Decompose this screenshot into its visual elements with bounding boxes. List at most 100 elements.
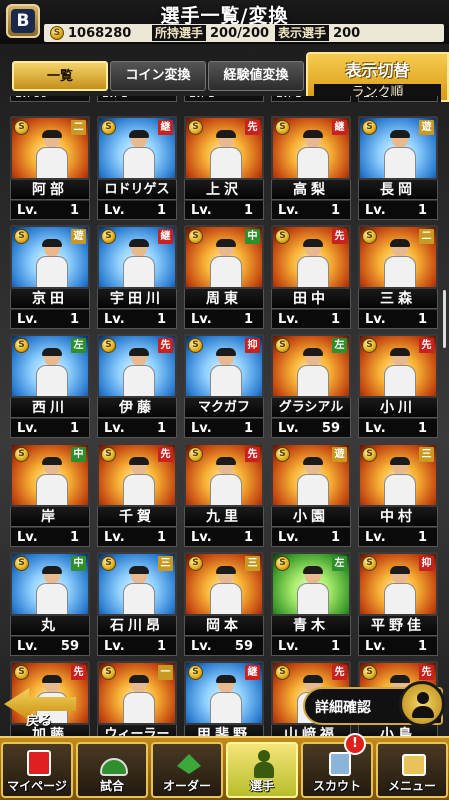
player-level: Lv. 1 bbox=[358, 309, 438, 329]
level-prefix: Lv. bbox=[278, 530, 299, 545]
partial-level-label: Lv. 59 bbox=[10, 96, 90, 102]
player-figure-icon bbox=[382, 348, 418, 396]
rank-coin-icon: S bbox=[275, 120, 290, 135]
tab-list[interactable]: 一覧 bbox=[12, 61, 108, 91]
player-portrait: S先 bbox=[97, 334, 177, 398]
player-card[interactable]: S 三岡本 Lv. 59 bbox=[184, 552, 264, 658]
scrollbar-thumb[interactable] bbox=[443, 290, 446, 348]
player-card[interactable]: S 先九里 Lv. 1 bbox=[184, 443, 264, 549]
player-name: 小園 bbox=[271, 507, 351, 527]
player-grid[interactable]: Lv. 59Lv. 1Lv. 1Lv. 1Lv. 1 S二阿部Lv.1S継ロドリ… bbox=[10, 96, 440, 736]
level-value: 1 bbox=[243, 530, 253, 545]
rank-coin-icon: S bbox=[188, 447, 203, 462]
player-card[interactable]: S 継甲斐野 bbox=[184, 661, 264, 736]
player-name: 岡本 bbox=[184, 616, 264, 636]
player-name: 甲斐野 bbox=[184, 725, 264, 736]
position-badge: 継 bbox=[245, 665, 260, 680]
player-level: Lv. 1 bbox=[184, 309, 264, 329]
player-card[interactable]: S 遊長岡 Lv. 1 bbox=[358, 116, 438, 222]
player-card[interactable]: S 二阿部 Lv. 1 bbox=[10, 116, 90, 222]
player-name: 伊藤 bbox=[97, 398, 177, 418]
rank-coin-icon: S bbox=[14, 447, 29, 462]
level-value: 1 bbox=[156, 421, 166, 436]
rank-coin-icon: S bbox=[101, 338, 116, 353]
player-card[interactable]: S 遊小園 Lv. 1 bbox=[271, 443, 351, 549]
partial-level-label: Lv. 1 bbox=[97, 96, 177, 102]
player-card[interactable]: S 抑平野佳 Lv. 1 bbox=[358, 552, 438, 658]
stadium-icon: stadium-icon bbox=[100, 750, 128, 778]
player-card[interactable]: S 中岸 Lv. 1 bbox=[10, 443, 90, 549]
player-name: マクガフ bbox=[184, 398, 264, 418]
position-badge: 三 bbox=[245, 556, 260, 571]
nav-item-order-field[interactable]: order-field-iconオーダー bbox=[151, 742, 223, 798]
nav-item-menu[interactable]: menu-iconメニュー bbox=[376, 742, 448, 798]
player-figure-icon bbox=[382, 457, 418, 505]
bottom-nav: mypage-iconマイページstadium-icon試合order-fiel… bbox=[0, 736, 449, 800]
position-badge: 先 bbox=[158, 338, 173, 353]
player-card[interactable]: S 三中村 Lv. 1 bbox=[358, 443, 438, 549]
player-level: Lv. 1 bbox=[10, 200, 90, 220]
nav-item-stadium[interactable]: stadium-icon試合 bbox=[76, 742, 148, 798]
player-card[interactable]: S 先田中 Lv. 1 bbox=[271, 225, 351, 331]
player-name: 阿部 bbox=[10, 180, 90, 200]
player-figure-icon bbox=[208, 239, 244, 287]
player-card[interactable]: S 遊京田 Lv. 1 bbox=[10, 225, 90, 331]
player-card[interactable]: S 抑マクガフ Lv. 1 bbox=[184, 334, 264, 440]
player-card[interactable]: S 中周東 Lv. 1 bbox=[184, 225, 264, 331]
player-level: Lv. 1 bbox=[358, 418, 438, 438]
level-value: 1 bbox=[69, 421, 79, 436]
player-card[interactable]: S 先伊藤 Lv. 1 bbox=[97, 334, 177, 440]
player-figure-icon bbox=[208, 130, 244, 178]
level-value: 59 bbox=[60, 639, 79, 654]
back-button[interactable]: 戻る bbox=[0, 684, 80, 734]
tab-exp-convert[interactable]: 経験値変換 bbox=[208, 61, 304, 91]
player-card[interactable]: S 三石川昂 Lv. 1 bbox=[97, 552, 177, 658]
player-portrait: S三 bbox=[358, 443, 438, 507]
level-value: 1 bbox=[243, 421, 253, 436]
player-name: 小川 bbox=[358, 398, 438, 418]
player-name: 上沢 bbox=[184, 180, 264, 200]
player-card[interactable]: S 先千賀 Lv. 1 bbox=[97, 443, 177, 549]
player-card[interactable]: S 中丸 Lv. 59 bbox=[10, 552, 90, 658]
player-card[interactable]: S 継宇田川 Lv. 1 bbox=[97, 225, 177, 331]
player-figure-icon bbox=[121, 239, 157, 287]
rank-coin-icon: S bbox=[101, 665, 116, 680]
player-card[interactable]: S 継高梨 Lv. 1 bbox=[271, 116, 351, 222]
mypage-icon: mypage-icon bbox=[25, 750, 53, 778]
player-card[interactable]: S 先小川 Lv. 1 bbox=[358, 334, 438, 440]
rank-coin-icon: S bbox=[101, 120, 116, 135]
player-name: 中村 bbox=[358, 507, 438, 527]
player-portrait: S左 bbox=[271, 552, 351, 616]
player-name: 平野佳 bbox=[358, 616, 438, 636]
position-badge: 三 bbox=[158, 556, 173, 571]
position-badge: 二 bbox=[419, 229, 434, 244]
nav-item-player[interactable]: player-icon選手 bbox=[226, 742, 298, 798]
player-name: 青木 bbox=[271, 616, 351, 636]
detail-check-button[interactable]: 詳細確認 bbox=[303, 681, 445, 727]
player-card[interactable]: S 一ウィーラー bbox=[97, 661, 177, 736]
display-switch-button[interactable]: 表示切替 ランク順 bbox=[306, 52, 449, 102]
partial-level-label: Lv. 1 bbox=[184, 96, 264, 102]
nav-item-mypage[interactable]: mypage-iconマイページ bbox=[1, 742, 73, 798]
position-badge: 遊 bbox=[332, 447, 347, 462]
rank-coin-icon: S bbox=[188, 556, 203, 571]
player-portrait: S先 bbox=[271, 225, 351, 289]
player-card[interactable]: S 左グラシアル Lv. 59 bbox=[271, 334, 351, 440]
player-card[interactable]: S 二三森 Lv. 1 bbox=[358, 225, 438, 331]
player-level: Lv. 59 bbox=[271, 418, 351, 438]
tab-coin-convert[interactable]: コイン変換 bbox=[110, 61, 206, 91]
player-card[interactable]: S 先上沢 Lv. 1 bbox=[184, 116, 264, 222]
tab-bar: 一覧 コイン変換 経験値変換 表示切替 ランク順 bbox=[0, 52, 449, 102]
player-portrait: S継 bbox=[184, 661, 264, 725]
player-name: 田中 bbox=[271, 289, 351, 309]
partial-level-label: Lv. 1 bbox=[358, 96, 438, 102]
player-level: Lv. 1 bbox=[271, 636, 351, 656]
player-card[interactable]: S 継ロドリゲス Lv. 1 bbox=[97, 116, 177, 222]
position-badge: 継 bbox=[332, 120, 347, 135]
player-name: 京田 bbox=[10, 289, 90, 309]
player-card[interactable]: S 左青木 Lv. 1 bbox=[271, 552, 351, 658]
scout-notification-badge: ! bbox=[344, 733, 366, 755]
player-portrait: S遊 bbox=[10, 225, 90, 289]
player-card[interactable]: S 左西川 Lv. 1 bbox=[10, 334, 90, 440]
rank-coin-icon: S bbox=[362, 229, 377, 244]
